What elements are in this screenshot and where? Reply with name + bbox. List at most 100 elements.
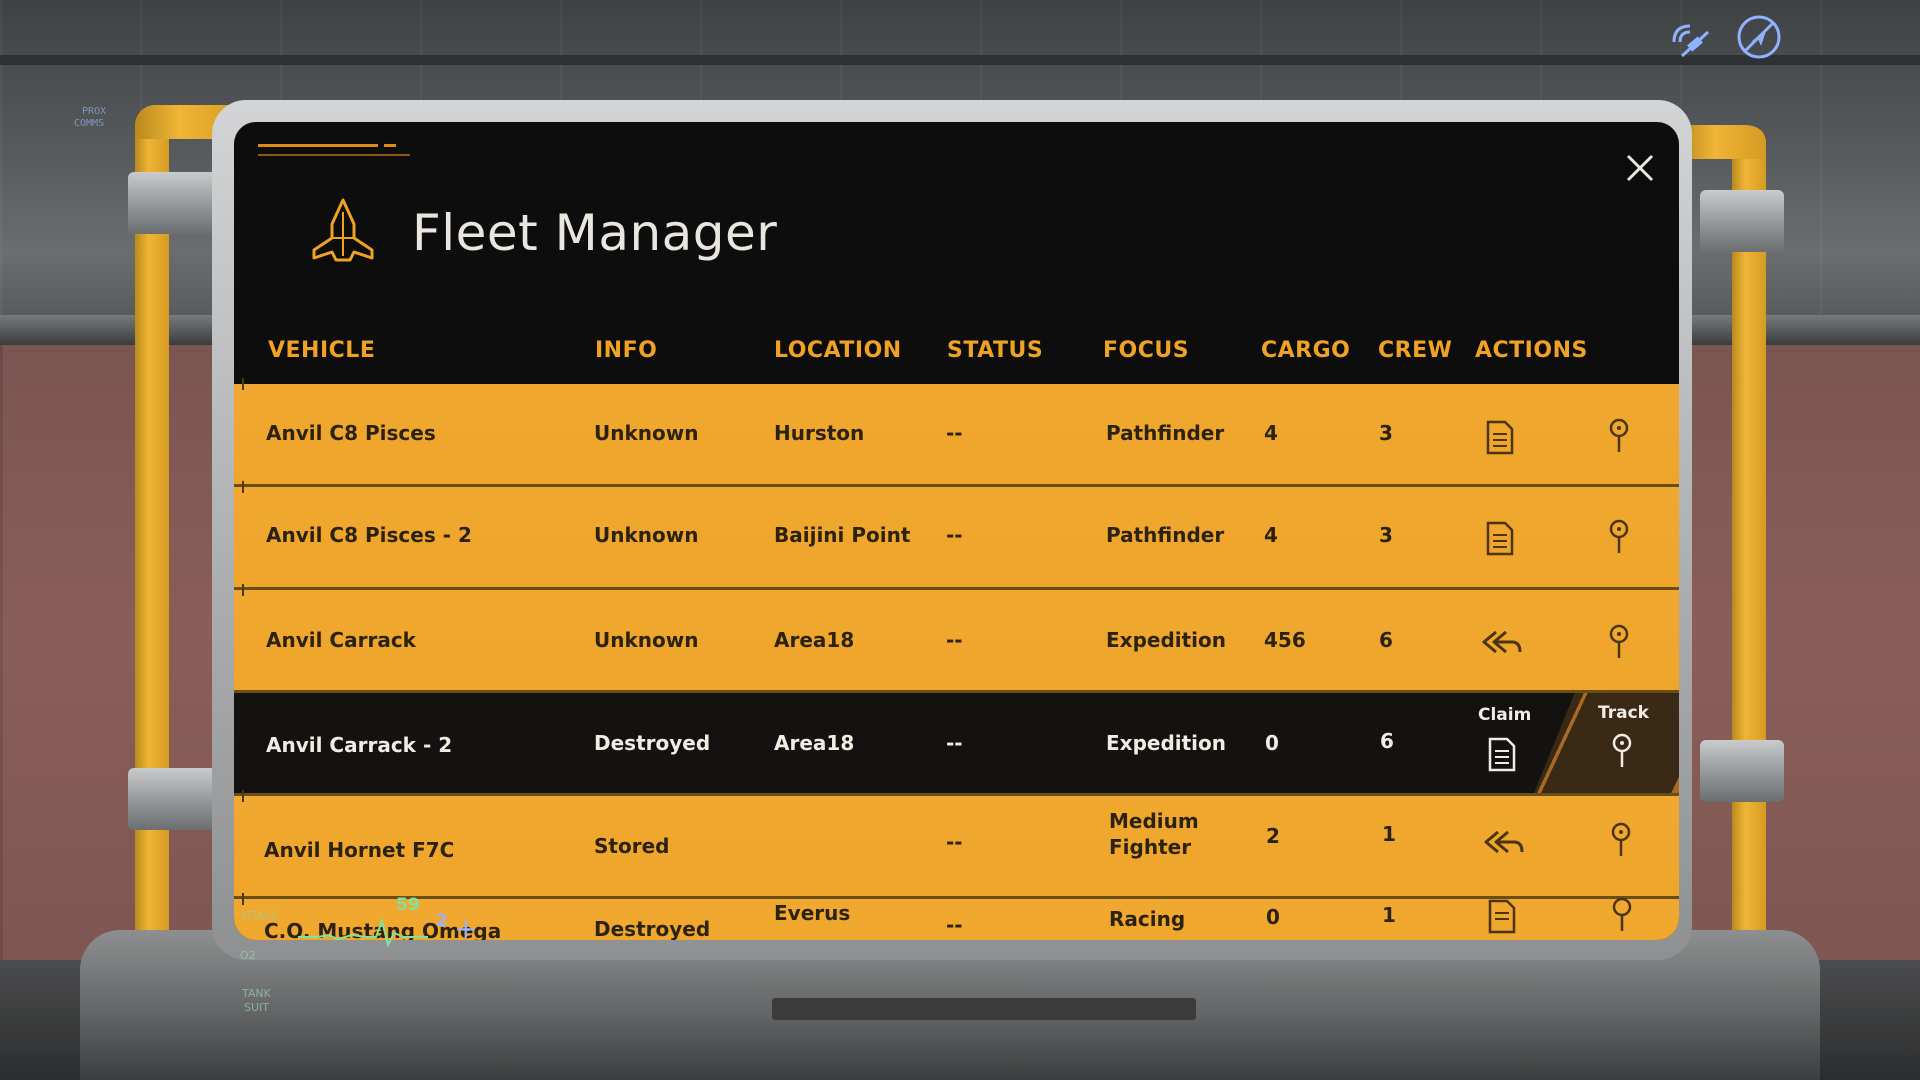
vehicle-location: Everus xyxy=(774,901,851,925)
vehicle-name: Anvil Carrack xyxy=(266,628,416,652)
column-header-vehicle[interactable]: VEHICLE xyxy=(268,338,375,363)
vehicle-cargo: 0 xyxy=(1265,731,1279,755)
claim-icon[interactable] xyxy=(1487,733,1517,773)
vehicle-info: Unknown xyxy=(594,523,699,547)
left-clamp-bottom xyxy=(128,768,224,830)
vehicle-focus-line-1: Medium xyxy=(1109,809,1199,833)
heartbeat-icon xyxy=(298,917,428,948)
o2-label: O2 xyxy=(240,949,256,962)
vehicle-location: Area18 xyxy=(774,731,855,755)
vehicle-cargo: 4 xyxy=(1264,421,1278,445)
row-tick xyxy=(242,378,244,390)
vehicle-status: -- xyxy=(946,830,963,854)
header-deco-line xyxy=(258,144,378,147)
header-deco-dash xyxy=(384,144,396,147)
table-row[interactable]: Anvil Hornet F7C Stored -- Medium Fighte… xyxy=(234,790,1679,899)
table-row[interactable]: Anvil Carrack Unknown Area18 -- Expediti… xyxy=(234,584,1679,693)
vehicle-focus: Expedition xyxy=(1106,628,1227,652)
vehicle-status: -- xyxy=(946,628,963,652)
vehicle-crew: 1 xyxy=(1382,822,1396,846)
page-title: Fleet Manager xyxy=(412,204,778,262)
pin-icon[interactable] xyxy=(1607,895,1637,935)
column-header-crew[interactable]: CREW xyxy=(1378,338,1452,363)
vehicle-crew: 6 xyxy=(1380,729,1394,753)
hangar-ledge xyxy=(0,55,1920,65)
plus-icon: + xyxy=(454,912,478,945)
column-header-focus[interactable]: FOCUS xyxy=(1103,338,1189,363)
vehicle-crew: 1 xyxy=(1382,903,1396,927)
suit-label: SUIT xyxy=(244,1001,269,1014)
header-deco-line-2 xyxy=(258,154,410,156)
pin-icon[interactable] xyxy=(1604,517,1634,557)
ship-icon xyxy=(312,198,374,262)
pin-icon[interactable] xyxy=(1604,416,1634,456)
vehicle-cargo: 2 xyxy=(1266,824,1280,848)
left-clamp-top xyxy=(128,172,224,234)
claim-icon[interactable] xyxy=(1485,416,1515,456)
left-rail xyxy=(135,110,169,980)
right-rail xyxy=(1732,126,1766,986)
column-header-actions: ACTIONS xyxy=(1475,338,1588,363)
vehicle-info: Unknown xyxy=(594,628,699,652)
table-row[interactable]: Anvil C8 Pisces - 2 Unknown Baijini Poin… xyxy=(234,481,1679,590)
vehicle-info: Destroyed xyxy=(594,731,711,755)
row-tick xyxy=(242,584,244,596)
column-header-cargo[interactable]: CARGO xyxy=(1261,338,1350,363)
column-header-status[interactable]: STATUS xyxy=(947,338,1043,363)
pin-icon[interactable] xyxy=(1604,622,1634,662)
claim-label[interactable]: Claim xyxy=(1478,705,1531,725)
navigation-off-icon xyxy=(1737,15,1781,59)
fleet-manager-screen: Fleet Manager VEHICLE INFO LOCATION STAT… xyxy=(234,122,1679,940)
vehicle-focus: Racing xyxy=(1109,907,1186,931)
claim-icon[interactable] xyxy=(1487,895,1517,935)
right-rail-top xyxy=(1680,125,1766,159)
table-row-selected[interactable]: Anvil Carrack - 2 Destroyed Area18 -- Ex… xyxy=(234,693,1679,796)
retrieve-icon[interactable] xyxy=(1480,622,1522,662)
vehicle-crew: 6 xyxy=(1379,628,1393,652)
vehicle-status: -- xyxy=(946,913,963,937)
hud-prox-label: PROX xyxy=(82,106,107,117)
vehicle-info: Destroyed xyxy=(594,917,711,940)
player-vitals-overlay: VITALS 59 2 + O2 TANK SUIT xyxy=(240,895,500,1014)
vehicle-name: Anvil C8 Pisces - 2 xyxy=(266,523,472,547)
vehicle-focus: Expedition xyxy=(1106,731,1227,755)
oxygen-value: 2 xyxy=(436,911,448,931)
vehicle-status: -- xyxy=(946,421,963,445)
column-header-location[interactable]: LOCATION xyxy=(774,338,902,363)
vehicle-status: -- xyxy=(946,731,963,755)
hud-comms-label: COMMS xyxy=(74,118,105,129)
table-row[interactable]: Anvil C8 Pisces Unknown Hurston -- Pathf… xyxy=(234,378,1679,487)
row-tick xyxy=(242,790,244,802)
vehicle-location: Hurston xyxy=(774,421,865,445)
vehicle-name: Anvil Hornet F7C xyxy=(264,838,455,862)
tank-label: TANK xyxy=(242,987,271,1000)
vehicle-focus: Pathfinder xyxy=(1106,523,1225,547)
satellite-signal-icon xyxy=(1672,24,1710,58)
vehicle-crew: 3 xyxy=(1379,523,1393,547)
vehicle-cargo: 456 xyxy=(1264,628,1306,652)
vehicle-info: Unknown xyxy=(594,421,699,445)
claim-icon[interactable] xyxy=(1485,517,1515,557)
terminal-slot xyxy=(772,998,1196,1020)
vehicle-cargo: 4 xyxy=(1264,523,1278,547)
vehicle-crew: 3 xyxy=(1379,421,1393,445)
pin-icon[interactable] xyxy=(1607,731,1637,771)
vehicle-location: Baijini Point xyxy=(774,523,911,547)
vitals-label: VITALS xyxy=(240,909,278,922)
vehicle-cargo: 0 xyxy=(1266,905,1280,929)
vehicle-name: Anvil C8 Pisces xyxy=(266,421,436,445)
close-icon[interactable] xyxy=(1624,152,1656,184)
right-clamp-bottom xyxy=(1700,740,1784,802)
column-header-info[interactable]: INFO xyxy=(595,338,657,363)
vehicle-name: Anvil Carrack - 2 xyxy=(266,733,453,757)
pin-icon[interactable] xyxy=(1606,820,1636,860)
heart-rate-value: 59 xyxy=(396,895,420,915)
vehicle-info: Stored xyxy=(594,834,670,858)
vehicle-location: Area18 xyxy=(774,628,855,652)
row-tick xyxy=(242,481,244,493)
track-label[interactable]: Track xyxy=(1598,703,1649,723)
vehicle-status: -- xyxy=(946,523,963,547)
vehicle-focus: Medium Fighter xyxy=(1109,808,1219,860)
retrieve-icon[interactable] xyxy=(1482,822,1524,862)
right-clamp-top xyxy=(1700,190,1784,252)
